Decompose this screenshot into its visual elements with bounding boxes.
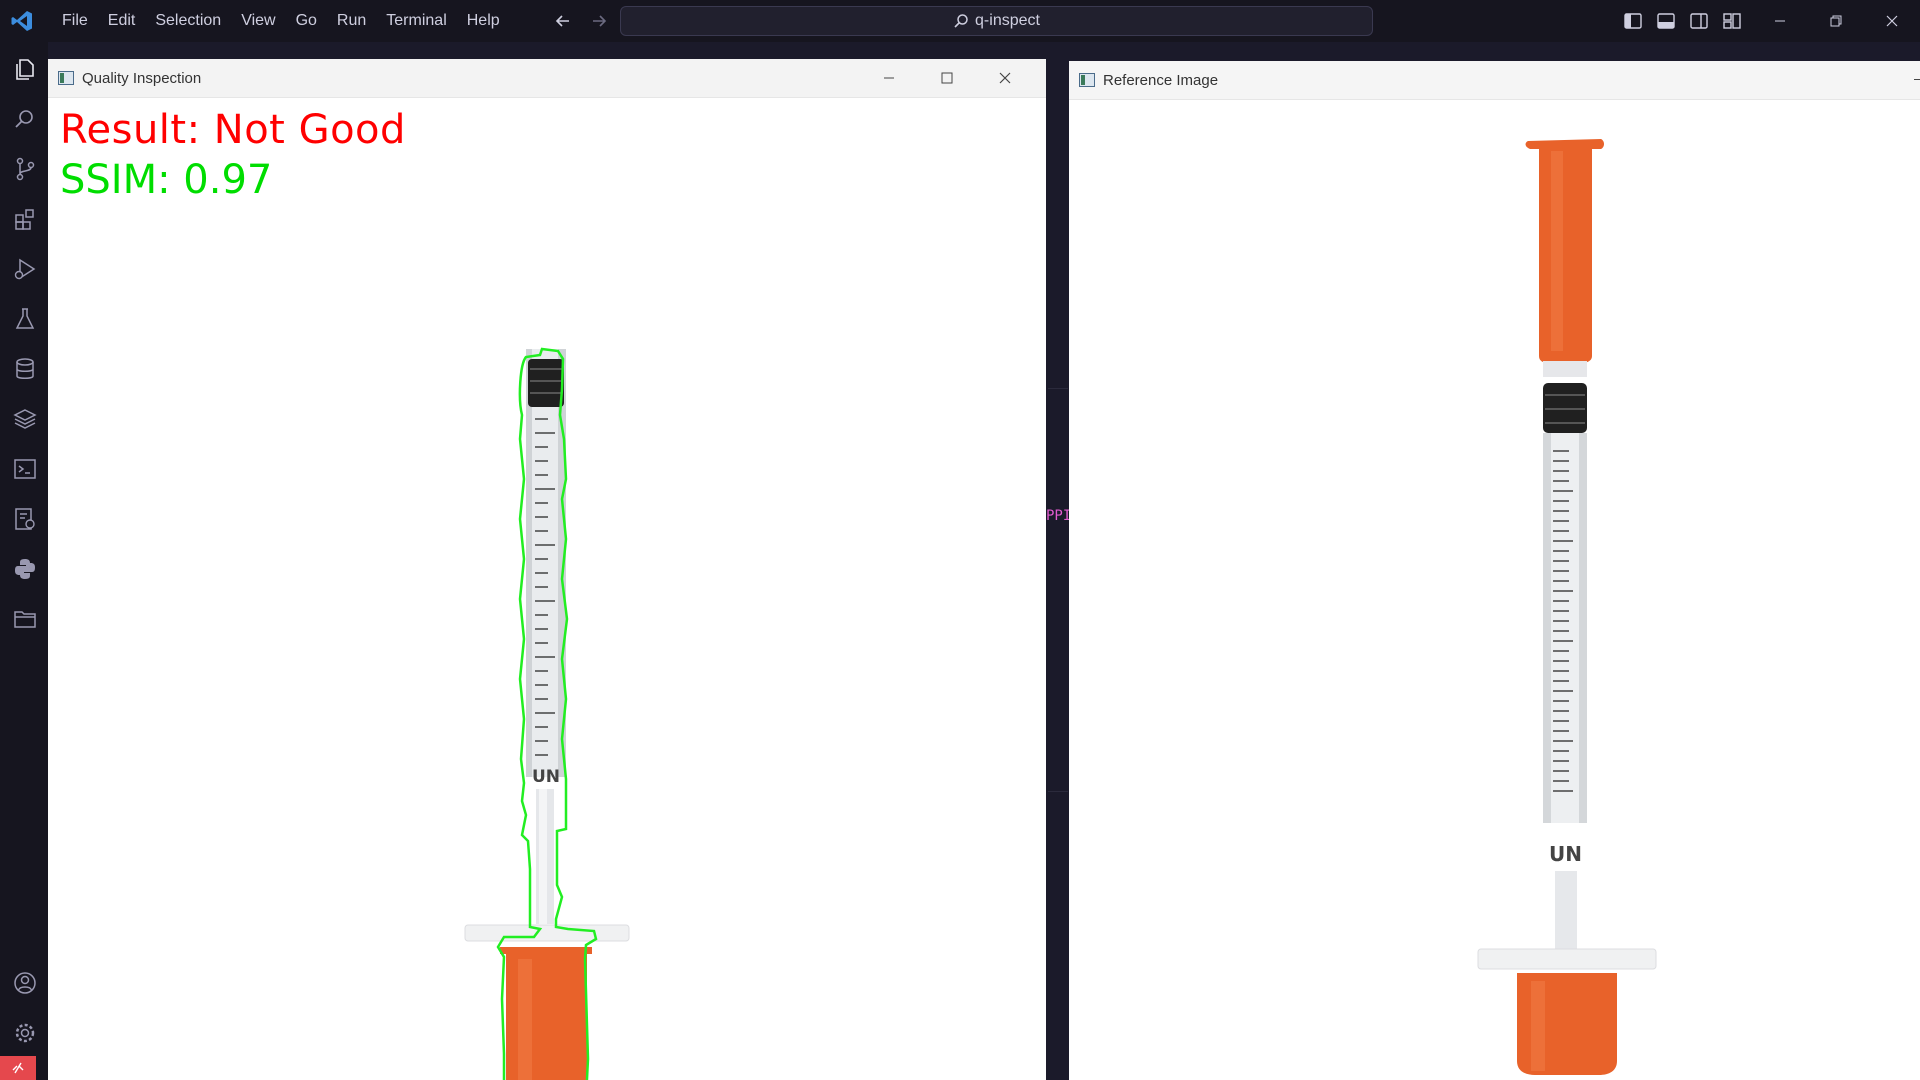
toggle-primary-sidebar-icon[interactable] (1623, 11, 1643, 31)
navigation-arrows (552, 10, 610, 32)
back-arrow-icon[interactable] (552, 10, 574, 32)
menu-bar: File Edit Selection View Go Run Terminal… (52, 12, 510, 30)
menu-file[interactable]: File (52, 12, 98, 30)
settings-gear-icon[interactable] (12, 1020, 38, 1046)
background-code-fragment: PPI (1046, 508, 1072, 524)
close-window-button[interactable] (1864, 0, 1920, 42)
toggle-secondary-sidebar-icon[interactable] (1689, 11, 1709, 31)
account-icon[interactable] (12, 970, 38, 996)
background-editor-divider (1048, 388, 1068, 792)
search-icon[interactable] (12, 106, 38, 132)
quality-inspection-window[interactable]: Quality Inspection Result: Not Good SSIM… (48, 59, 1046, 1080)
search-icon (954, 14, 968, 28)
remote-explorer-icon[interactable] (12, 506, 38, 532)
barrel-label: UN (1549, 842, 1582, 866)
menu-help[interactable]: Help (457, 12, 510, 30)
minimize-icon (1775, 20, 1785, 22)
menu-selection[interactable]: Selection (145, 12, 231, 30)
explorer-icon[interactable] (12, 56, 38, 82)
menu-edit[interactable]: Edit (98, 12, 146, 30)
reference-image-window[interactable]: Reference Image UN (1069, 61, 1920, 1080)
forward-arrow-icon[interactable] (588, 10, 610, 32)
database-icon[interactable] (12, 356, 38, 382)
layout-controls (1623, 11, 1742, 31)
window-controls (1752, 0, 1920, 42)
terminal-icon[interactable] (12, 456, 38, 482)
menu-run[interactable]: Run (327, 12, 376, 30)
menu-terminal[interactable]: Terminal (376, 12, 456, 30)
layers-icon[interactable] (12, 406, 38, 432)
toggle-panel-icon[interactable] (1656, 11, 1676, 31)
python-icon[interactable] (12, 556, 38, 582)
restore-button[interactable] (1808, 0, 1864, 42)
syringe-graphic: UN (464, 349, 630, 1080)
activity-bar (0, 42, 48, 1080)
reference-syringe-graphic: UN (1477, 139, 1657, 1075)
menu-go[interactable]: Go (286, 12, 327, 30)
source-control-icon[interactable] (12, 156, 38, 182)
menu-view[interactable]: View (231, 12, 285, 30)
title-bar: File Edit Selection View Go Run Terminal… (0, 0, 1920, 42)
close-icon (1886, 15, 1898, 27)
inspected-syringe-image: UN (464, 347, 630, 1080)
barrel-label: UN (532, 767, 560, 787)
vscode-logo-icon (11, 11, 32, 31)
folder-icon[interactable] (12, 606, 38, 632)
customize-layout-icon[interactable] (1722, 11, 1742, 31)
remote-indicator[interactable] (0, 1056, 36, 1080)
command-center-search[interactable]: q-inspect (620, 6, 1373, 36)
reference-syringe-image: UN (1477, 139, 1657, 1075)
restore-icon (1830, 15, 1842, 27)
run-debug-icon[interactable] (12, 256, 38, 282)
search-text: q-inspect (975, 12, 1040, 29)
minimize-button[interactable] (1752, 0, 1808, 42)
remote-icon (12, 1062, 24, 1074)
extensions-icon[interactable] (12, 206, 38, 232)
testing-icon[interactable] (12, 306, 38, 332)
